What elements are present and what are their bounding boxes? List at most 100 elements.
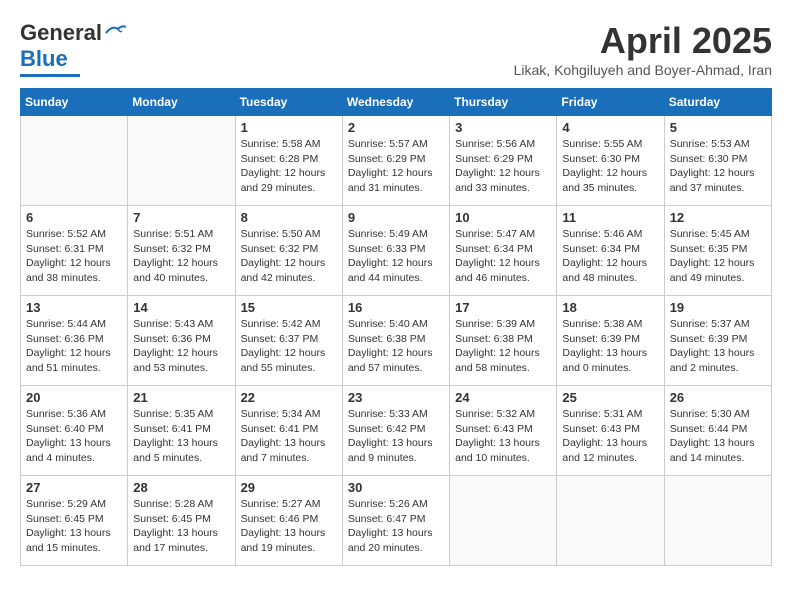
day-number: 8 bbox=[241, 210, 337, 225]
calendar-cell: 5Sunrise: 5:53 AM Sunset: 6:30 PM Daylig… bbox=[664, 116, 771, 206]
calendar-cell: 9 Sunrise: 5:49 AM Sunset: 6:33 PM Daylig… bbox=[342, 206, 449, 296]
calendar-cell: 22 Sunrise: 5:34 AM Sunset: 6:41 PM Dayli… bbox=[235, 386, 342, 476]
day-info: Sunrise: 5:31 AM Sunset: 6:43 PM Dayligh… bbox=[562, 407, 658, 466]
calendar-cell: 1Sunrise: 5:58 AM Sunset: 6:28 PM Daylig… bbox=[235, 116, 342, 206]
day-info: Sunrise: 5:45 AM Sunset: 6:35 PM Dayligh… bbox=[670, 227, 766, 286]
day-info: Sunrise: 5:57 AM Sunset: 6:29 PM Dayligh… bbox=[348, 137, 444, 196]
weekday-header: Saturday bbox=[664, 89, 771, 116]
day-number: 11 bbox=[562, 210, 658, 225]
calendar-cell: 24 Sunrise: 5:32 AM Sunset: 6:43 PM Dayli… bbox=[450, 386, 557, 476]
calendar-cell: 29 Sunrise: 5:27 AM Sunset: 6:46 PM Dayli… bbox=[235, 476, 342, 566]
day-number: 17 bbox=[455, 300, 551, 315]
logo-bird-icon bbox=[104, 23, 126, 39]
calendar-cell: 4Sunrise: 5:55 AM Sunset: 6:30 PM Daylig… bbox=[557, 116, 664, 206]
day-number: 13 bbox=[26, 300, 122, 315]
calendar-cell: 14 Sunrise: 5:43 AM Sunset: 6:36 PM Dayli… bbox=[128, 296, 235, 386]
day-info: Sunrise: 5:30 AM Sunset: 6:44 PM Dayligh… bbox=[670, 407, 766, 466]
day-info: Sunrise: 5:44 AM Sunset: 6:36 PM Dayligh… bbox=[26, 317, 122, 376]
calendar-cell: 17 Sunrise: 5:39 AM Sunset: 6:38 PM Dayli… bbox=[450, 296, 557, 386]
calendar-cell: 11 Sunrise: 5:46 AM Sunset: 6:34 PM Dayli… bbox=[557, 206, 664, 296]
day-number: 28 bbox=[133, 480, 229, 495]
page-header: General Blue April 2025 Likak, Kohgiluye… bbox=[20, 20, 772, 78]
logo-underline bbox=[20, 74, 80, 77]
calendar-cell: 12 Sunrise: 5:45 AM Sunset: 6:35 PM Dayli… bbox=[664, 206, 771, 296]
day-info: Sunrise: 5:50 AM Sunset: 6:32 PM Dayligh… bbox=[241, 227, 337, 286]
weekday-header: Thursday bbox=[450, 89, 557, 116]
day-info: Sunrise: 5:47 AM Sunset: 6:34 PM Dayligh… bbox=[455, 227, 551, 286]
day-number: 4 bbox=[562, 120, 658, 135]
calendar-cell bbox=[450, 476, 557, 566]
calendar-cell: 6Sunrise: 5:52 AM Sunset: 6:31 PM Daylig… bbox=[21, 206, 128, 296]
day-info: Sunrise: 5:28 AM Sunset: 6:45 PM Dayligh… bbox=[133, 497, 229, 556]
day-info: Sunrise: 5:38 AM Sunset: 6:39 PM Dayligh… bbox=[562, 317, 658, 376]
day-info: Sunrise: 5:29 AM Sunset: 6:45 PM Dayligh… bbox=[26, 497, 122, 556]
calendar-cell bbox=[664, 476, 771, 566]
day-number: 1 bbox=[241, 120, 337, 135]
calendar-header-row: SundayMondayTuesdayWednesdayThursdayFrid… bbox=[21, 89, 772, 116]
month-title: April 2025 bbox=[514, 20, 772, 62]
calendar-cell: 18 Sunrise: 5:38 AM Sunset: 6:39 PM Dayli… bbox=[557, 296, 664, 386]
calendar-cell: 15 Sunrise: 5:42 AM Sunset: 6:37 PM Dayli… bbox=[235, 296, 342, 386]
day-info: Sunrise: 5:26 AM Sunset: 6:47 PM Dayligh… bbox=[348, 497, 444, 556]
calendar-week-row: 13 Sunrise: 5:44 AM Sunset: 6:36 PM Dayli… bbox=[21, 296, 772, 386]
day-info: Sunrise: 5:53 AM Sunset: 6:30 PM Dayligh… bbox=[670, 137, 766, 196]
calendar-cell bbox=[21, 116, 128, 206]
logo-general: General bbox=[20, 20, 102, 46]
day-number: 3 bbox=[455, 120, 551, 135]
day-info: Sunrise: 5:35 AM Sunset: 6:41 PM Dayligh… bbox=[133, 407, 229, 466]
calendar-cell: 10 Sunrise: 5:47 AM Sunset: 6:34 PM Dayli… bbox=[450, 206, 557, 296]
day-info: Sunrise: 5:37 AM Sunset: 6:39 PM Dayligh… bbox=[670, 317, 766, 376]
calendar-week-row: 1Sunrise: 5:58 AM Sunset: 6:28 PM Daylig… bbox=[21, 116, 772, 206]
calendar-cell bbox=[128, 116, 235, 206]
weekday-header: Friday bbox=[557, 89, 664, 116]
calendar-cell: 27Sunrise: 5:29 AM Sunset: 6:45 PM Dayli… bbox=[21, 476, 128, 566]
day-info: Sunrise: 5:42 AM Sunset: 6:37 PM Dayligh… bbox=[241, 317, 337, 376]
calendar-cell: 2Sunrise: 5:57 AM Sunset: 6:29 PM Daylig… bbox=[342, 116, 449, 206]
calendar-week-row: 6Sunrise: 5:52 AM Sunset: 6:31 PM Daylig… bbox=[21, 206, 772, 296]
weekday-header: Sunday bbox=[21, 89, 128, 116]
day-number: 23 bbox=[348, 390, 444, 405]
calendar-cell: 13 Sunrise: 5:44 AM Sunset: 6:36 PM Dayli… bbox=[21, 296, 128, 386]
weekday-header: Tuesday bbox=[235, 89, 342, 116]
calendar-cell: 26Sunrise: 5:30 AM Sunset: 6:44 PM Dayli… bbox=[664, 386, 771, 476]
day-number: 16 bbox=[348, 300, 444, 315]
day-number: 22 bbox=[241, 390, 337, 405]
logo-blue: Blue bbox=[20, 46, 68, 72]
day-number: 25 bbox=[562, 390, 658, 405]
day-info: Sunrise: 5:32 AM Sunset: 6:43 PM Dayligh… bbox=[455, 407, 551, 466]
day-info: Sunrise: 5:34 AM Sunset: 6:41 PM Dayligh… bbox=[241, 407, 337, 466]
calendar-cell: 7Sunrise: 5:51 AM Sunset: 6:32 PM Daylig… bbox=[128, 206, 235, 296]
calendar-week-row: 27Sunrise: 5:29 AM Sunset: 6:45 PM Dayli… bbox=[21, 476, 772, 566]
day-number: 30 bbox=[348, 480, 444, 495]
day-info: Sunrise: 5:27 AM Sunset: 6:46 PM Dayligh… bbox=[241, 497, 337, 556]
calendar-cell: 20Sunrise: 5:36 AM Sunset: 6:40 PM Dayli… bbox=[21, 386, 128, 476]
day-number: 7 bbox=[133, 210, 229, 225]
day-info: Sunrise: 5:43 AM Sunset: 6:36 PM Dayligh… bbox=[133, 317, 229, 376]
day-number: 9 bbox=[348, 210, 444, 225]
calendar-table: SundayMondayTuesdayWednesdayThursdayFrid… bbox=[20, 88, 772, 566]
day-number: 29 bbox=[241, 480, 337, 495]
day-number: 14 bbox=[133, 300, 229, 315]
logo: General Blue bbox=[20, 20, 126, 77]
day-number: 21 bbox=[133, 390, 229, 405]
day-info: Sunrise: 5:49 AM Sunset: 6:33 PM Dayligh… bbox=[348, 227, 444, 286]
weekday-header: Monday bbox=[128, 89, 235, 116]
day-number: 12 bbox=[670, 210, 766, 225]
title-block: April 2025 Likak, Kohgiluyeh and Boyer-A… bbox=[514, 20, 772, 78]
calendar-cell: 25 Sunrise: 5:31 AM Sunset: 6:43 PM Dayli… bbox=[557, 386, 664, 476]
calendar-cell: 8 Sunrise: 5:50 AM Sunset: 6:32 PM Daylig… bbox=[235, 206, 342, 296]
day-info: Sunrise: 5:39 AM Sunset: 6:38 PM Dayligh… bbox=[455, 317, 551, 376]
day-info: Sunrise: 5:40 AM Sunset: 6:38 PM Dayligh… bbox=[348, 317, 444, 376]
day-info: Sunrise: 5:56 AM Sunset: 6:29 PM Dayligh… bbox=[455, 137, 551, 196]
day-number: 18 bbox=[562, 300, 658, 315]
subtitle: Likak, Kohgiluyeh and Boyer-Ahmad, Iran bbox=[514, 62, 772, 78]
calendar-cell: 30 Sunrise: 5:26 AM Sunset: 6:47 PM Dayli… bbox=[342, 476, 449, 566]
calendar-cell: 19Sunrise: 5:37 AM Sunset: 6:39 PM Dayli… bbox=[664, 296, 771, 386]
day-number: 15 bbox=[241, 300, 337, 315]
day-info: Sunrise: 5:52 AM Sunset: 6:31 PM Dayligh… bbox=[26, 227, 122, 286]
day-number: 24 bbox=[455, 390, 551, 405]
day-number: 20 bbox=[26, 390, 122, 405]
calendar-cell: 21 Sunrise: 5:35 AM Sunset: 6:41 PM Dayli… bbox=[128, 386, 235, 476]
day-number: 10 bbox=[455, 210, 551, 225]
day-info: Sunrise: 5:46 AM Sunset: 6:34 PM Dayligh… bbox=[562, 227, 658, 286]
